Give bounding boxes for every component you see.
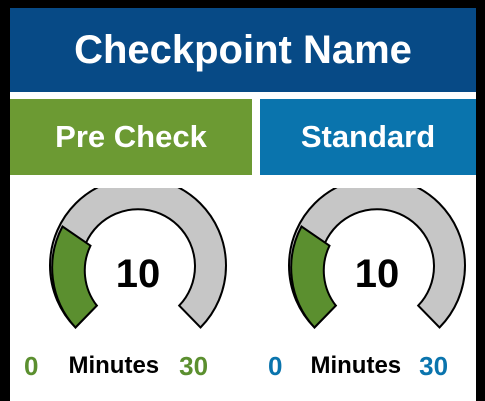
precheck-gauge-value: 10 (115, 251, 161, 296)
tab-standard-label: Standard (300, 119, 436, 154)
precheck-gauge-min: 0 (24, 350, 39, 381)
standard-wait-gauge: 10 (275, 188, 479, 338)
standard-gauge-value: 10 (354, 251, 400, 296)
app-frame: Checkpoint Name Pre Check Standard 10 10 (0, 0, 485, 401)
precheck-gauge-unit: Minutes (68, 352, 160, 379)
checkpoint-panel: Checkpoint Name Pre Check Standard 10 10 (10, 8, 476, 401)
standard-gauge-min: 0 (268, 350, 283, 381)
tab-pre-check[interactable]: Pre Check (10, 99, 252, 175)
checkpoint-title: Checkpoint Name (74, 27, 412, 72)
standard-gauge-scale: 0 Minutes 30 (268, 348, 485, 384)
tab-standard[interactable]: Standard (260, 99, 476, 175)
tab-pre-check-label: Pre Check (55, 119, 207, 154)
checkpoint-title-bar: Checkpoint Name (10, 8, 476, 92)
precheck-wait-gauge: 10 (36, 188, 240, 338)
precheck-gauge-max: 30 (179, 350, 209, 381)
standard-gauge-max: 30 (419, 350, 449, 381)
precheck-gauge-scale: 0 Minutes 30 (24, 348, 250, 384)
standard-gauge-unit: Minutes (310, 352, 402, 379)
